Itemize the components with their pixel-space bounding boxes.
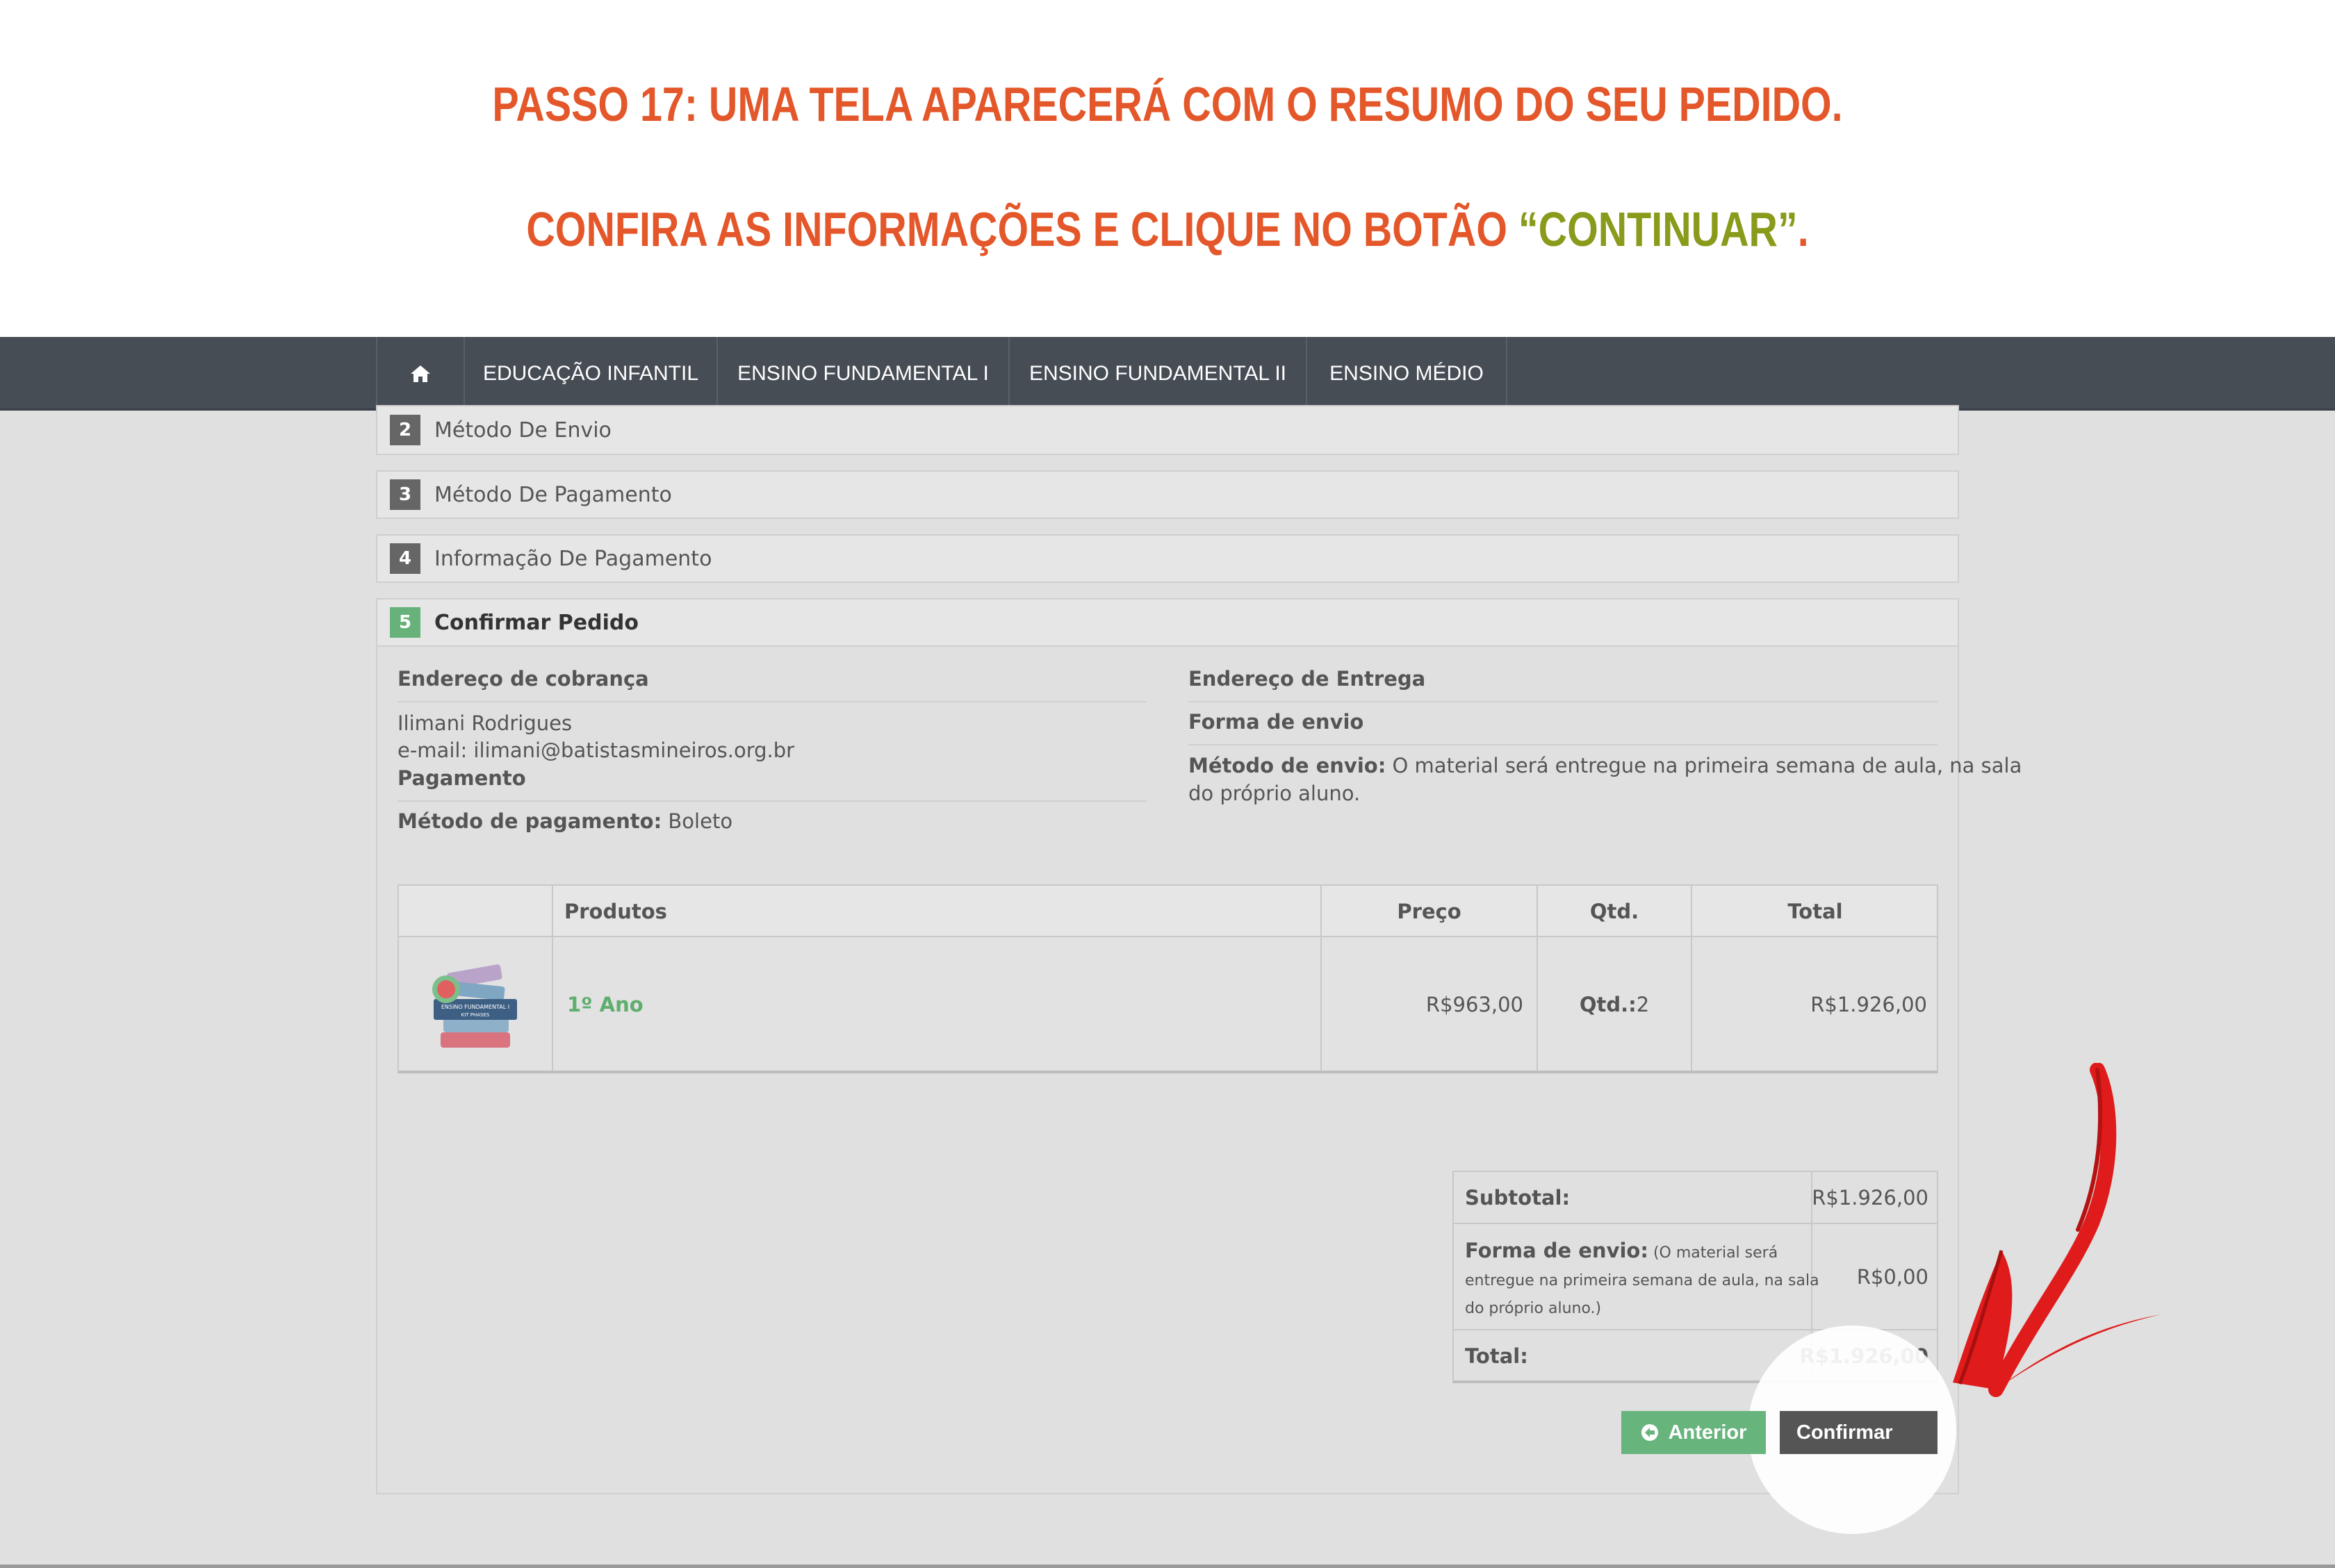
payment-method-label: Método de pagamento: — [398, 809, 662, 833]
shipping-note-1: (O material será — [1648, 1244, 1778, 1262]
products-table: Produtos Preço Qtd. Total ENSINO FUNDAME… — [398, 884, 1938, 1073]
shipping-method-value: O material será entregue na primeira sem… — [1386, 754, 2022, 777]
step-label: Informação De Pagamento — [434, 546, 712, 571]
shipping-method-line-2: do próprio aluno. — [1188, 782, 1361, 805]
instruction-line-1: PASSO 17: UMA TELA APARECERÁ COM O RESUM… — [492, 77, 1843, 131]
total-label: Total: — [1465, 1344, 1528, 1368]
subtotal-label: Subtotal: — [1465, 1185, 1571, 1210]
shipping-method-label: Método de envio: — [1188, 754, 1386, 777]
qty-label: Qtd.: — [1579, 993, 1637, 1016]
shipping-value: R$0,00 — [1856, 1264, 1928, 1289]
instruction-banner: PASSO 17: UMA TELA APARECERÁ COM O RESUM… — [0, 0, 2335, 337]
instruction-line-2-prefix: CONFIRA AS INFORMAÇÕES E CLIQUE NO BOTÃO — [526, 202, 1518, 256]
red-arrow-annotation — [1953, 1063, 2161, 1397]
qty-value: 2 — [1636, 993, 1650, 1016]
delivery-title: Endereço de Entrega — [1188, 667, 1426, 691]
product-name-link[interactable]: 1º Ano — [567, 937, 644, 1072]
home-icon — [411, 365, 430, 382]
shipping-row: Forma de envio: (O material será entregu… — [1454, 1224, 1937, 1330]
step-payment-method[interactable]: 3 Método De Pagamento — [376, 470, 1959, 519]
shipping-method-line-1: Método de envio: O material será entregu… — [1188, 754, 2022, 777]
instruction-line-2-suffix: . — [1797, 202, 1809, 256]
divider — [398, 701, 1147, 702]
product-price: R$963,00 — [1425, 993, 1523, 1016]
header-products: Produtos — [564, 900, 667, 923]
divider — [1188, 701, 1937, 702]
product-qty: Qtd.: 2 — [1538, 937, 1691, 1072]
step-label: Método De Envio — [434, 418, 612, 443]
column-divider — [552, 886, 553, 1071]
main-nav: EDUCAÇÃO INFANTIL ENSINO FUNDAMENTAL I E… — [0, 337, 2335, 411]
arrow-left-circle-icon — [1641, 1424, 1658, 1441]
nav-ensino-fundamental-1[interactable]: ENSINO FUNDAMENTAL I — [716, 337, 1008, 411]
nav-home[interactable] — [376, 337, 464, 411]
shipping-label: Forma de envio: — [1465, 1239, 1648, 1262]
product-total: R$1.926,00 — [1810, 993, 1927, 1016]
step-number: 5 — [390, 607, 420, 638]
step-shipping-method[interactable]: 2 Método De Envio — [376, 405, 1959, 455]
instruction-highlight: “CONTINUAR” — [1518, 202, 1798, 256]
divider — [398, 800, 1147, 802]
nav-ensino-fundamental-2[interactable]: ENSINO FUNDAMENTAL II — [1008, 337, 1306, 411]
step-number: 2 — [390, 415, 420, 445]
payment-method-value: Boleto — [662, 809, 733, 833]
confirm-button-label: Confirmar — [1796, 1421, 1893, 1444]
svg-text:ENSINO FUNDAMENTAL I: ENSINO FUNDAMENTAL I — [441, 1004, 509, 1010]
subtotal-value: R$1.926,00 — [1812, 1185, 1928, 1210]
divider — [1188, 744, 1937, 745]
instruction-line-2: CONFIRA AS INFORMAÇÕES E CLIQUE NO BOTÃO… — [210, 201, 2124, 257]
footer-divider — [0, 1565, 2335, 1568]
payment-method: Método de pagamento: Boleto — [398, 809, 732, 833]
billing-title: Endereço de cobrança — [398, 667, 649, 691]
step-label: Confirmar Pedido — [434, 610, 639, 635]
step-payment-info[interactable]: 4 Informação De Pagamento — [376, 534, 1959, 583]
header-total: Total — [1787, 900, 1843, 923]
shipping-title: Forma de envio — [1188, 710, 1364, 734]
nav-ensino-medio[interactable]: ENSINO MÉDIO — [1306, 337, 1507, 411]
billing-name: Ilimani Rodrigues — [398, 711, 573, 735]
product-thumbnail[interactable]: ENSINO FUNDAMENTAL I KIT PHASES — [420, 949, 531, 1060]
step-number: 4 — [390, 543, 420, 574]
previous-button-label: Anterior — [1668, 1421, 1747, 1444]
table-row: ENSINO FUNDAMENTAL I KIT PHASES — [399, 937, 552, 1072]
step-label: Método De Pagamento — [434, 482, 672, 507]
subtotal-row: Subtotal: R$1.926,00 — [1454, 1172, 1937, 1224]
header-qty: Qtd. — [1589, 900, 1639, 923]
confirm-button[interactable]: Confirmar — [1780, 1411, 1937, 1454]
nav-educacao-infantil[interactable]: EDUCAÇÃO INFANTIL — [464, 337, 716, 411]
shipping-note-3: do próprio aluno.) — [1465, 1300, 1602, 1317]
shipping-cell: Forma de envio: (O material será entregu… — [1465, 1224, 1819, 1329]
billing-email: e-mail: ilimani@batistasmineiros.org.br — [398, 738, 795, 762]
previous-button[interactable]: Anterior — [1621, 1411, 1766, 1454]
step-confirm-order[interactable]: 5 Confirmar Pedido — [376, 598, 1959, 647]
payment-title: Pagamento — [398, 766, 526, 790]
step-number: 3 — [390, 479, 420, 510]
svg-text:KIT PHASES: KIT PHASES — [461, 1012, 490, 1018]
shipping-note-2: entregue na primeira semana de aula, na … — [1465, 1272, 1819, 1289]
header-price: Preço — [1397, 900, 1461, 923]
